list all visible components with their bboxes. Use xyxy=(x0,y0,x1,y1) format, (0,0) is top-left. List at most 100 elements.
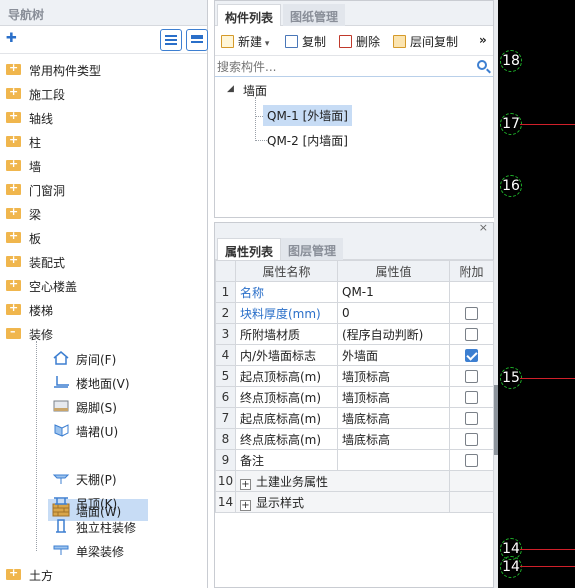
folder-icon xyxy=(6,109,21,123)
dado-icon xyxy=(54,424,69,437)
property-name: 起点底标高(m) xyxy=(235,407,338,429)
nav-item-prefab[interactable]: 装配式 xyxy=(0,250,207,274)
additional-checkbox[interactable] xyxy=(465,412,478,425)
property-row[interactable]: 3 所附墙材质 (程序自动判断) xyxy=(215,323,494,345)
copy-label: 复制 xyxy=(302,35,327,49)
nav-subitem-room[interactable]: 房间(F) xyxy=(48,347,148,369)
nav-subitem-suspended-ceiling[interactable]: 吊顶(K) xyxy=(48,491,148,513)
property-value-field[interactable] xyxy=(337,449,450,471)
property-row[interactable]: 8 终点底标高(m) 墙底标高 xyxy=(215,428,494,450)
floor-copy-button[interactable]: 层间复制 xyxy=(393,33,458,50)
floor-copy-icon xyxy=(393,35,406,48)
property-group-row[interactable]: 14 + 显示样式 xyxy=(215,491,494,513)
property-row[interactable]: 2 块料厚度(mm) 0 xyxy=(215,302,494,324)
additional-checkbox[interactable] xyxy=(465,349,478,362)
additional-cell xyxy=(449,323,494,345)
folder-icon xyxy=(6,157,21,171)
delete-button[interactable]: 删除 xyxy=(339,33,380,50)
additional-checkbox[interactable] xyxy=(465,433,478,446)
property-value-field[interactable]: QM-1 xyxy=(337,281,450,303)
nav-item-beam[interactable]: 梁 xyxy=(0,202,207,226)
group-label: 显示样式 xyxy=(256,495,305,510)
nav-item-slab[interactable]: 板 xyxy=(0,226,207,250)
nav-item-column[interactable]: 柱 xyxy=(0,130,207,154)
component-item-qm1[interactable]: QM-1 [外墙面] xyxy=(263,105,352,126)
property-row[interactable]: 6 终点顶标高(m) 墙顶标高 xyxy=(215,386,494,408)
row-index: 5 xyxy=(215,365,236,387)
nav-subitem-ceiling[interactable]: 天棚(P) xyxy=(48,467,148,489)
nav-item-common[interactable]: 常用构件类型 xyxy=(0,58,207,82)
property-row[interactable]: 5 起点顶标高(m) 墙顶标高 xyxy=(215,365,494,387)
axis-bubble: 16 xyxy=(500,175,522,197)
tab-component-list[interactable]: 构件列表 xyxy=(217,4,282,26)
nav-item-construction-section[interactable]: 施工段 xyxy=(0,82,207,106)
additional-cell xyxy=(449,449,494,471)
nav-item-earthwork[interactable]: 土方 xyxy=(0,563,207,587)
list-view-button[interactable] xyxy=(160,29,182,51)
nav-item-label: 梁 xyxy=(29,208,42,222)
additional-checkbox[interactable] xyxy=(465,370,478,383)
row-index: 10 xyxy=(215,470,236,492)
more-tools-button[interactable]: » xyxy=(479,33,487,47)
nav-item-label: 常用构件类型 xyxy=(29,64,102,78)
expand-icon[interactable]: + xyxy=(240,499,251,511)
additional-checkbox[interactable] xyxy=(465,307,478,320)
nav-item-stairs[interactable]: 楼梯 xyxy=(0,298,207,322)
property-value-field[interactable]: (程序自动判断) xyxy=(337,323,450,345)
cad-canvas[interactable]: 18 17 16 15 14 14 xyxy=(498,0,575,588)
property-row[interactable]: 1 名称 QM-1 xyxy=(215,281,494,303)
copy-button[interactable]: 复制 xyxy=(285,33,326,50)
axis-bubble: 14 xyxy=(500,556,522,578)
additional-cell xyxy=(449,428,494,450)
row-index: 1 xyxy=(215,281,236,303)
property-row[interactable]: 7 起点底标高(m) 墙底标高 xyxy=(215,407,494,429)
nav-item-axis[interactable]: 轴线 xyxy=(0,106,207,130)
additional-checkbox[interactable] xyxy=(465,328,478,341)
property-group-row[interactable]: 10 + 土建业务属性 xyxy=(215,470,494,492)
property-value-field[interactable]: 墙顶标高 xyxy=(337,365,450,387)
close-icon[interactable]: × xyxy=(479,221,488,234)
nav-item-hollow-floor[interactable]: 空心楼盖 xyxy=(0,274,207,298)
property-value-field[interactable]: 墙顶标高 xyxy=(337,386,450,408)
copy-icon xyxy=(285,35,298,48)
property-row[interactable]: 9 备注 xyxy=(215,449,494,471)
property-row[interactable]: 4 内/外墙面标志 外墙面 xyxy=(215,344,494,366)
new-button[interactable]: 新建 ▾ xyxy=(221,33,269,50)
search-input[interactable] xyxy=(215,57,465,76)
additional-cell xyxy=(449,407,494,429)
tab-drawing-management[interactable]: 图纸管理 xyxy=(283,4,346,26)
nav-subitem-dado[interactable]: 墙裙(U) xyxy=(48,419,148,441)
nav-item-wall[interactable]: 墙 xyxy=(0,154,207,178)
additional-checkbox[interactable] xyxy=(465,391,478,404)
component-item-qm2[interactable]: QM-2 [内墙面] xyxy=(263,130,352,151)
additional-cell xyxy=(449,365,494,387)
nav-item-label: 柱 xyxy=(29,136,42,150)
nav-subitem-label: 独立柱装修 xyxy=(76,521,137,535)
nav-item-label: 楼梯 xyxy=(29,304,54,318)
folder-icon xyxy=(6,181,21,195)
nav-subitem-floor[interactable]: 楼地面(V) xyxy=(48,371,148,393)
additional-checkbox[interactable] xyxy=(465,454,478,467)
property-value-field[interactable]: 外墙面 xyxy=(337,344,450,366)
nav-subitem-column-finish[interactable]: 独立柱装修 xyxy=(48,515,148,537)
expand-icon[interactable]: + xyxy=(240,478,251,490)
nav-item-decoration[interactable]: 装修 xyxy=(0,322,207,346)
add-category-icon[interactable]: ✚ xyxy=(6,31,17,46)
property-value-field[interactable]: 墙底标高 xyxy=(337,407,450,429)
property-titlebar: × xyxy=(215,221,493,235)
nav-subitem-skirting[interactable]: 踢脚(S) xyxy=(48,395,148,417)
grid-view-button[interactable] xyxy=(186,29,208,51)
property-value-field[interactable]: 0 xyxy=(337,302,450,324)
search-icon[interactable] xyxy=(477,60,487,70)
folder-open-icon xyxy=(6,325,21,339)
collapse-arrow-icon[interactable]: ◢ xyxy=(227,84,234,94)
row-index: 14 xyxy=(215,491,236,513)
nav-subitem-beam-finish[interactable]: 单梁装修 xyxy=(48,539,148,561)
header-additional: 附加 xyxy=(449,260,494,282)
delete-label: 删除 xyxy=(356,35,381,49)
row-index: 9 xyxy=(215,449,236,471)
tab-layer-management[interactable]: 图层管理 xyxy=(281,238,344,260)
property-value-field[interactable]: 墙底标高 xyxy=(337,428,450,450)
tab-property-list[interactable]: 属性列表 xyxy=(217,238,282,260)
nav-item-door-window[interactable]: 门窗洞 xyxy=(0,178,207,202)
